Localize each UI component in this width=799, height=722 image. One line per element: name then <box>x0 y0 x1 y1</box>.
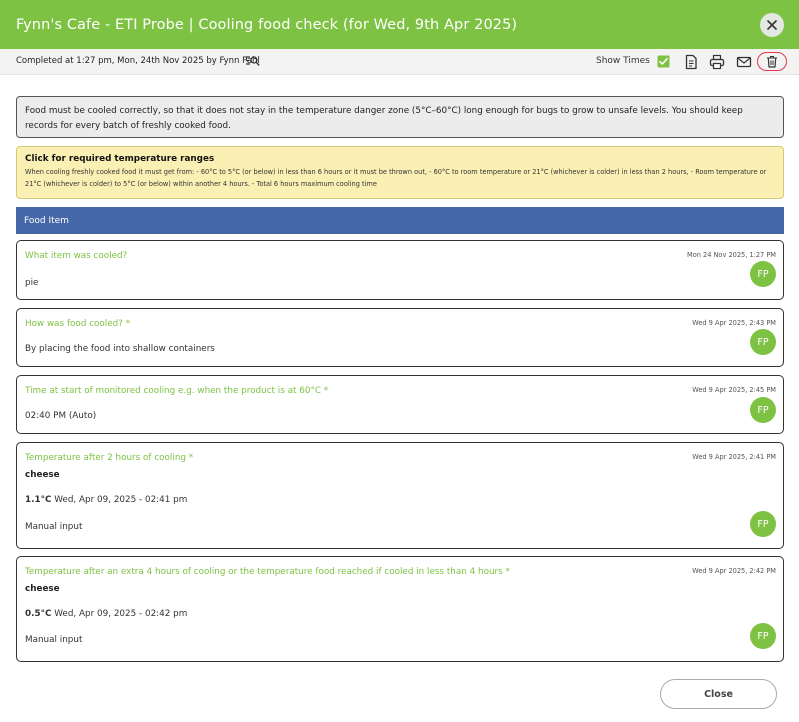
section-header-food-item: Food Item <box>16 207 784 234</box>
email-icon[interactable] <box>736 54 752 70</box>
temperature-value: 0.5°C <box>25 609 52 619</box>
temperature-reading: 0.5°C Wed, Apr 09, 2025 - 02:42 pm <box>25 609 187 619</box>
input-method: Manual input <box>25 522 83 532</box>
question-label: How was food cooled? * <box>25 319 131 329</box>
answer-value: 02:40 PM (Auto) <box>25 411 97 421</box>
question-label: Time at start of monitored cooling e.g. … <box>25 386 329 396</box>
question-card: How was food cooled? * Wed 9 Apr 2025, 2… <box>16 308 784 367</box>
search-log-icon[interactable] <box>245 55 260 67</box>
trash-icon <box>767 55 777 68</box>
question-card: Temperature after an extra 4 hours of co… <box>16 556 784 662</box>
temperature-ranges-text: When cooling freshly cooked food it must… <box>25 168 767 188</box>
close-icon <box>767 20 777 30</box>
show-times-checkbox[interactable] <box>657 55 670 68</box>
answer-timestamp: Wed 9 Apr 2025, 2:43 PM <box>692 319 776 327</box>
modal-header: Fynn's Cafe - ETI Probe | Cooling food c… <box>0 0 799 49</box>
question-card: What item was cooled? Mon 24 Nov 2025, 1… <box>16 240 784 300</box>
answer-timestamp: Wed 9 Apr 2025, 2:42 PM <box>692 567 776 575</box>
close-button[interactable]: Close <box>660 679 777 709</box>
temperature-ranges-title: Click for required temperature ranges <box>25 154 215 164</box>
show-times-label: Show Times <box>596 56 650 66</box>
question-label: Temperature after an extra 4 hours of co… <box>25 567 510 577</box>
question-label: What item was cooled? <box>25 251 128 261</box>
answer-timestamp: Wed 9 Apr 2025, 2:45 PM <box>692 386 776 394</box>
avatar: FP <box>750 623 776 649</box>
input-method: Manual input <box>25 635 83 645</box>
completed-info: Completed at 1:27 pm, Mon, 24th Nov 2025… <box>16 56 260 66</box>
question-label: Temperature after 2 hours of cooling * <box>25 453 194 463</box>
temperature-time: Wed, Apr 09, 2025 - 02:42 pm <box>51 609 188 619</box>
temperature-reading: 1.1°C Wed, Apr 09, 2025 - 02:41 pm <box>25 495 187 505</box>
question-card: Temperature after 2 hours of cooling * W… <box>16 442 784 549</box>
avatar: FP <box>750 511 776 537</box>
close-modal-button[interactable] <box>760 13 784 37</box>
temperature-ranges-toggle[interactable]: Click for required temperature ranges Wh… <box>16 146 784 199</box>
cooling-info-notice: Food must be cooled correctly, so that i… <box>16 96 784 138</box>
delete-button[interactable] <box>757 52 787 71</box>
modal-title: Fynn's Cafe - ETI Probe | Cooling food c… <box>16 16 518 33</box>
print-icon[interactable] <box>709 54 725 70</box>
avatar: FP <box>750 397 776 423</box>
answer-timestamp: Mon 24 Nov 2025, 1:27 PM <box>687 251 776 259</box>
section-title: Food Item <box>24 215 69 226</box>
temperature-time: Wed, Apr 09, 2025 - 02:41 pm <box>51 495 188 505</box>
toolbar: Completed at 1:27 pm, Mon, 24th Nov 2025… <box>0 49 799 75</box>
avatar: FP <box>750 329 776 355</box>
question-card: Time at start of monitored cooling e.g. … <box>16 375 784 434</box>
answer-timestamp: Wed 9 Apr 2025, 2:41 PM <box>692 453 776 461</box>
answer-item: cheese <box>25 470 60 480</box>
answer-item: cheese <box>25 584 60 594</box>
answer-value: By placing the food into shallow contain… <box>25 344 215 354</box>
notes-icon[interactable] <box>683 54 699 70</box>
cooling-info-text: Food must be cooled correctly, so that i… <box>25 106 743 131</box>
temperature-value: 1.1°C <box>25 495 52 505</box>
avatar: FP <box>750 261 776 287</box>
answer-value: pie <box>25 278 39 288</box>
